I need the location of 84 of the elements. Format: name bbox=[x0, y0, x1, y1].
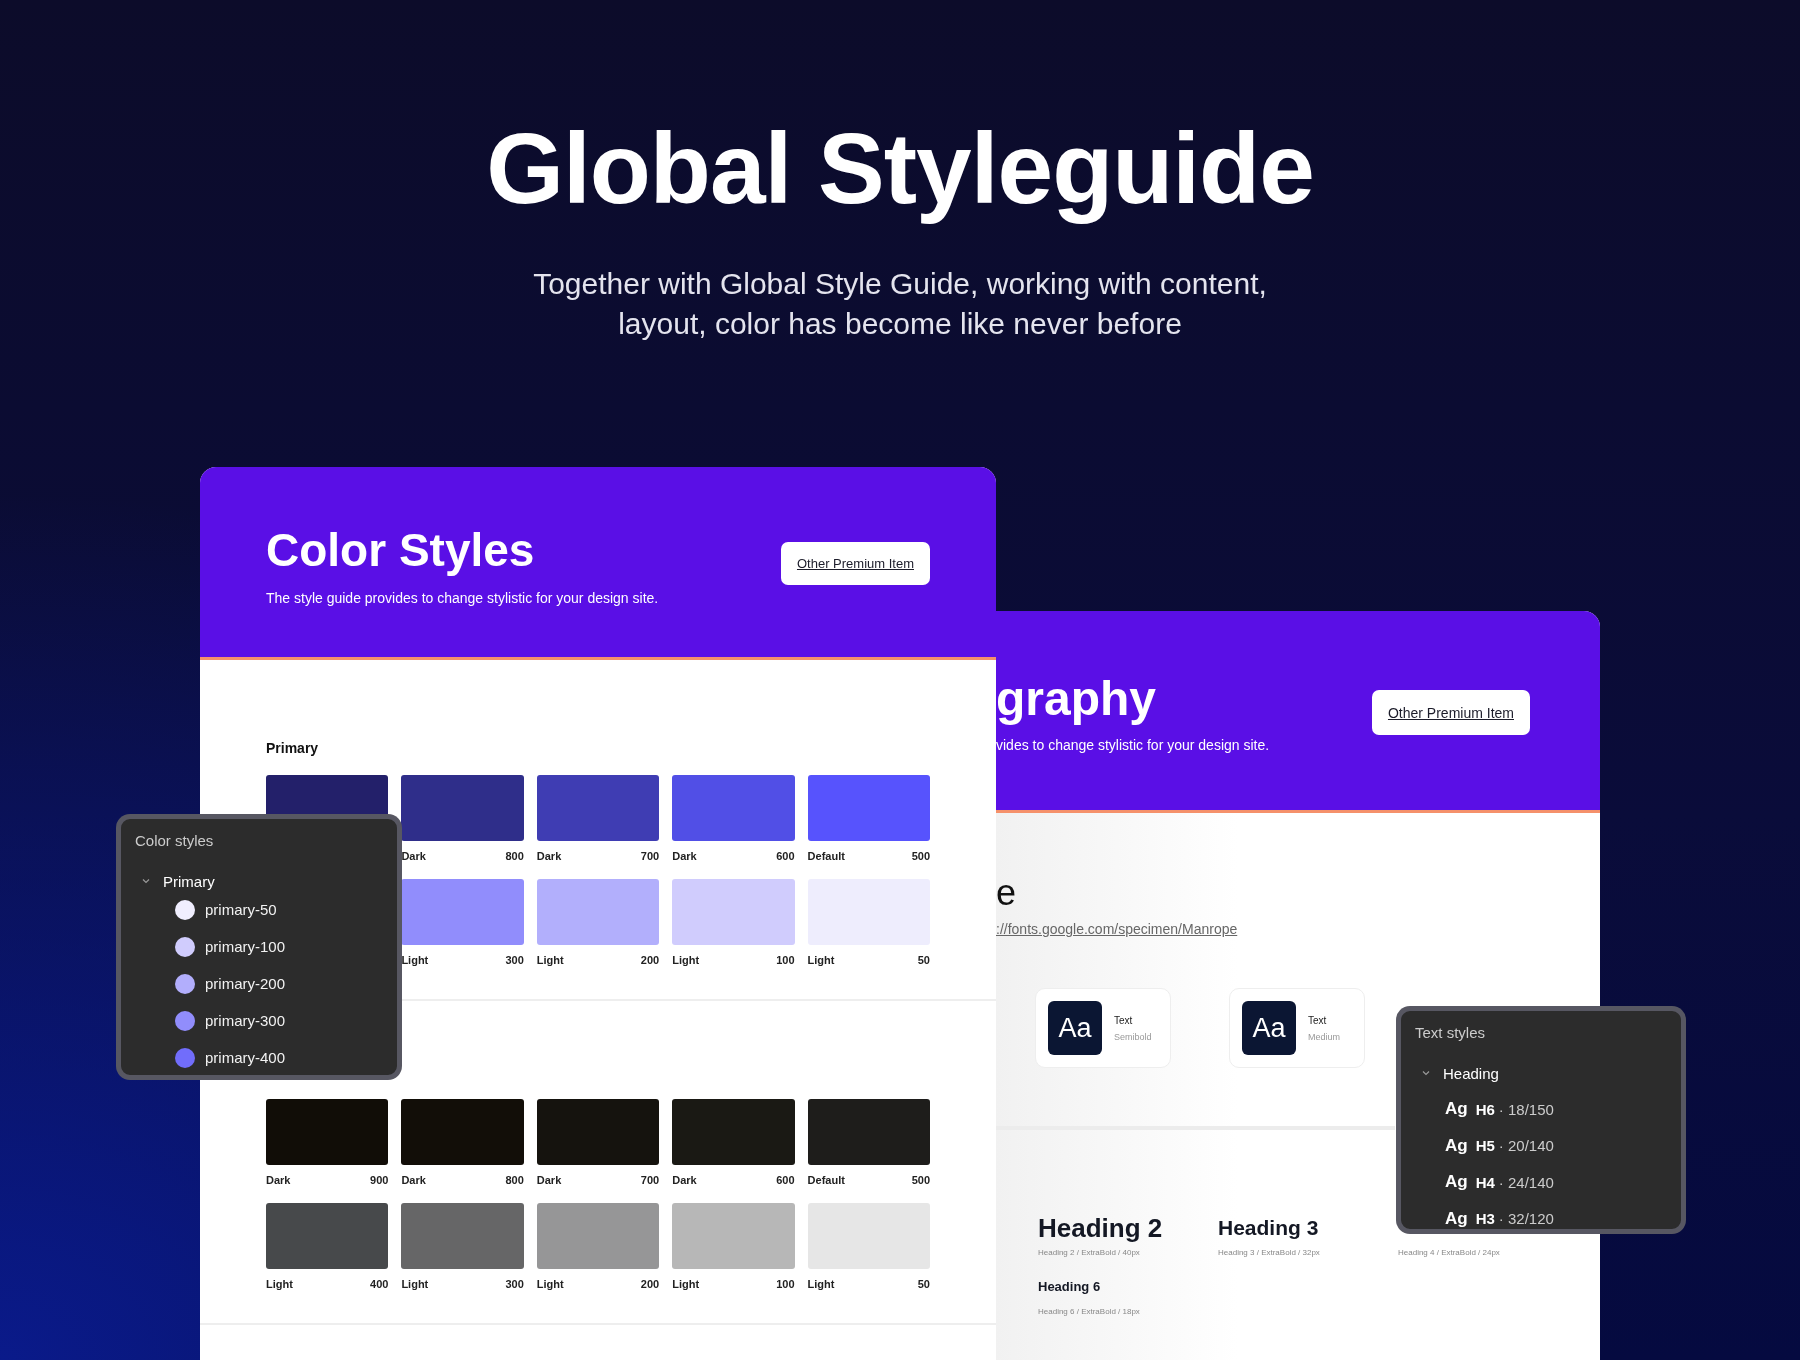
glyph-tile: Aa bbox=[1242, 1001, 1296, 1055]
swatch-label: Dark bbox=[672, 850, 697, 862]
swatch-label: Light bbox=[672, 954, 700, 966]
swatch-label: Light bbox=[807, 954, 835, 966]
swatch-value: 300 bbox=[505, 954, 524, 966]
style-tag[interactable]: H3 bbox=[1475, 1210, 1495, 1228]
heading-sample: Heading 3 bbox=[1218, 1215, 1320, 1241]
swatch-value: 600 bbox=[776, 850, 795, 862]
swatch-value: 900 bbox=[370, 1174, 389, 1186]
swatch-label: Light bbox=[266, 1278, 293, 1290]
swatch-value: 50 bbox=[917, 954, 930, 966]
glyph-preview: Ag bbox=[1445, 1099, 1468, 1120]
group-label[interactable]: Heading bbox=[1443, 1064, 1499, 1082]
chevron-icon[interactable] bbox=[141, 876, 151, 886]
heading-caption: Heading 4 / ExtraBold / 24px bbox=[1398, 1248, 1501, 1257]
swatch-value: 300 bbox=[505, 1278, 524, 1290]
swatch-value: 800 bbox=[505, 1174, 524, 1186]
swatch-label: Dark bbox=[672, 1174, 697, 1186]
style-spec: · 24/140 bbox=[1498, 1173, 1554, 1191]
style-name[interactable]: primary-100 bbox=[205, 938, 286, 955]
sample-weight: Semibold bbox=[1114, 1031, 1152, 1042]
glyph-preview: Ag bbox=[1445, 1135, 1468, 1156]
swatch-value: 200 bbox=[640, 954, 660, 966]
glyph-preview: Ag bbox=[1445, 1208, 1468, 1229]
swatch-label: Dark bbox=[536, 1174, 562, 1186]
card-description: The style guide provides to change stylistic for your design site. bbox=[266, 590, 659, 606]
swatch-value: 600 bbox=[776, 1174, 795, 1186]
swatch-label: Light bbox=[672, 1278, 700, 1290]
swatch-value: 100 bbox=[776, 954, 795, 966]
swatch-label: Light bbox=[401, 1278, 429, 1290]
page-subtitle: Together with Global Style Guide, working with content, bbox=[532, 266, 1268, 302]
page-subtitle: layout, color has become like never before bbox=[617, 306, 1183, 342]
premium-button[interactable]: Other Premium Item bbox=[1371, 690, 1530, 735]
heading-caption: Heading 2 / ExtraBold / 40px bbox=[1038, 1248, 1141, 1257]
style-name[interactable]: primary-300 bbox=[205, 1012, 286, 1029]
swatch-label: Dark bbox=[401, 850, 426, 862]
swatch-label: Default bbox=[807, 850, 845, 862]
style-tag[interactable]: H5 bbox=[1475, 1137, 1495, 1155]
sample-weight: Medium bbox=[1308, 1031, 1340, 1042]
heading-caption: Heading 6 / ExtraBold / 18px bbox=[1038, 1307, 1141, 1316]
swatch-label: Default bbox=[807, 1174, 845, 1186]
style-tag[interactable]: H4 bbox=[1475, 1173, 1495, 1191]
heading-caption: Heading 3 / ExtraBold / 32px bbox=[1218, 1248, 1321, 1257]
swatch-value: 700 bbox=[640, 1174, 660, 1186]
swatch-value: 700 bbox=[640, 850, 660, 862]
style-spec: · 20/140 bbox=[1498, 1137, 1554, 1155]
group-title: Primary bbox=[266, 739, 320, 758]
style-spec: · 18/150 bbox=[1498, 1100, 1554, 1118]
card-description: vides to change stylistic for your design site. bbox=[996, 737, 1270, 753]
style-tag[interactable]: H6 bbox=[1475, 1100, 1495, 1118]
swatch-value: 500 bbox=[911, 850, 930, 862]
swatch-value: 50 bbox=[917, 1278, 930, 1290]
swatch-value: 200 bbox=[640, 1278, 660, 1290]
panel-title: Color styles bbox=[135, 831, 215, 851]
swatch-value: 100 bbox=[776, 1278, 795, 1290]
sample-label: Text bbox=[1308, 1014, 1328, 1026]
swatch-label: Dark bbox=[536, 850, 562, 862]
glyph-tile: Aa bbox=[1048, 1001, 1102, 1055]
card-title: Color Styles bbox=[266, 523, 536, 577]
swatch-value: 400 bbox=[370, 1278, 389, 1290]
font-name: e bbox=[996, 871, 1018, 915]
panel-title: Text styles bbox=[1415, 1023, 1487, 1043]
swatch-label: Light bbox=[536, 954, 564, 966]
heading-sample: Heading 6 bbox=[1038, 1278, 1102, 1296]
sample-label: Text bbox=[1114, 1014, 1134, 1026]
swatch-label: Light bbox=[536, 1278, 564, 1290]
group-label[interactable]: Primary bbox=[163, 872, 215, 890]
style-name[interactable]: primary-50 bbox=[205, 901, 277, 918]
swatch-label: Light bbox=[807, 1278, 835, 1290]
card-title: graphy bbox=[996, 671, 1158, 727]
heading-sample: Heading 2 bbox=[1038, 1212, 1164, 1244]
premium-button[interactable]: Other Premium Item bbox=[780, 542, 930, 585]
swatch-label: Light bbox=[401, 954, 429, 966]
style-name[interactable]: primary-400 bbox=[205, 1049, 286, 1066]
chevron-icon[interactable] bbox=[1421, 1068, 1431, 1078]
style-spec: · 32/120 bbox=[1498, 1210, 1554, 1228]
swatch-label: Dark bbox=[266, 1174, 291, 1186]
glyph-preview: Ag bbox=[1445, 1172, 1468, 1193]
swatch-value: 500 bbox=[911, 1174, 930, 1186]
style-name[interactable]: primary-200 bbox=[205, 975, 286, 992]
swatch-label: Dark bbox=[401, 1174, 426, 1186]
page-title: Global Styleguide bbox=[485, 111, 1315, 226]
font-link[interactable]: ://fonts.google.com/specimen/Manrope bbox=[996, 921, 1238, 937]
swatch-value: 800 bbox=[505, 850, 524, 862]
